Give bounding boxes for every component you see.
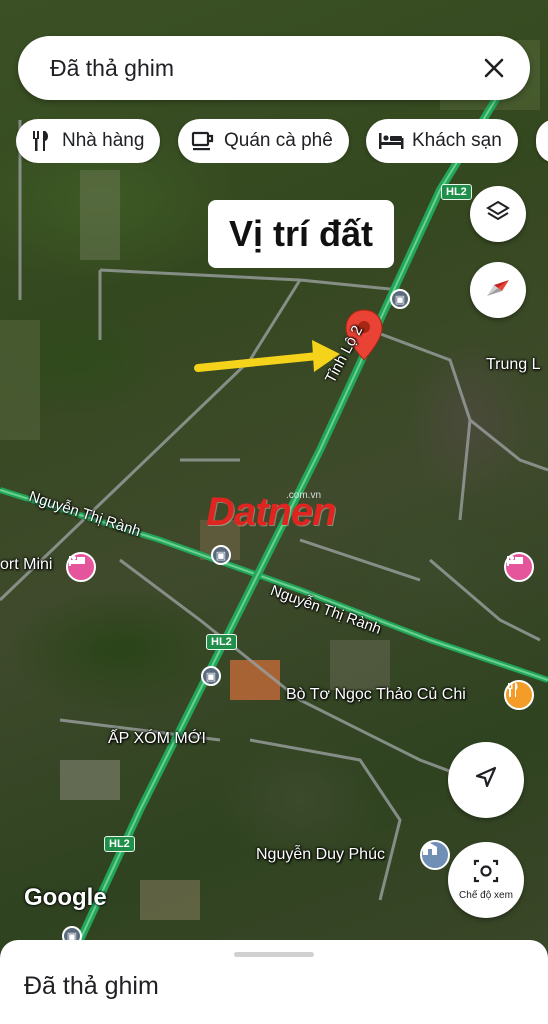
category-chips: Nhà hàng Quán cà phê Khách sạn — [16, 119, 548, 163]
my-location-button[interactable] — [448, 742, 524, 818]
route-shield-hl2: HL2 — [206, 634, 237, 650]
land-location-annotation: Vị trí đất — [208, 200, 394, 268]
poi-label-right[interactable]: Trung L — [486, 356, 541, 374]
chip-label: Khách sạn — [412, 130, 502, 151]
chip-more[interactable] — [536, 119, 548, 163]
hotel-icon — [378, 128, 404, 154]
search-bar[interactable]: Đã thả ghim — [18, 36, 530, 100]
hotel-pin-icon[interactable] — [504, 552, 534, 582]
hotel-pin-icon[interactable] — [66, 552, 96, 582]
chip-cafes[interactable]: Quán cà phê — [178, 119, 349, 163]
school-pin-icon[interactable] — [420, 840, 450, 870]
compass-button[interactable] — [470, 262, 526, 318]
view-mode-button[interactable]: Chế độ xem — [448, 842, 524, 918]
bus-stop-icon[interactable]: ▣ — [390, 289, 410, 309]
watermark-domain: .com.vn — [286, 490, 322, 501]
chip-restaurants[interactable]: Nhà hàng — [16, 119, 161, 163]
poi-label-left[interactable]: ort Mini — [0, 556, 52, 574]
coffee-icon — [190, 128, 216, 154]
route-shield-hl2: HL2 — [441, 184, 472, 200]
hamlet-label: ẤP XÓM MỚI — [108, 730, 206, 747]
bus-stop-icon[interactable]: ▣ — [201, 666, 221, 686]
camera-icon — [473, 859, 499, 888]
chip-label: Quán cà phê — [224, 130, 333, 151]
bottom-sheet[interactable]: Đã thả ghim — [0, 940, 548, 1024]
restaurant-pin-icon[interactable] — [504, 680, 534, 710]
chip-hotels[interactable]: Khách sạn — [366, 119, 518, 163]
poi-label-restaurant[interactable]: Bò Tơ Ngọc Thảo Củ Chi — [286, 686, 466, 704]
navigation-arrow-icon — [473, 765, 499, 796]
close-icon[interactable] — [478, 52, 510, 84]
view-mode-label: Chế độ xem — [459, 890, 513, 901]
compass-icon — [483, 273, 513, 308]
google-logo: Google — [24, 884, 107, 911]
route-shield-hl2: HL2 — [104, 836, 135, 852]
chip-label: Nhà hàng — [62, 130, 145, 151]
layers-icon — [485, 199, 511, 230]
search-title[interactable]: Đã thả ghim — [50, 55, 478, 82]
poi-label-school[interactable]: Nguyễn Duy Phúc — [256, 846, 385, 864]
sheet-title: Đã thả ghim — [24, 972, 159, 1000]
bus-stop-icon[interactable]: ▣ — [211, 545, 231, 565]
restaurant-icon — [28, 128, 54, 154]
layers-button[interactable] — [470, 186, 526, 242]
sheet-drag-handle[interactable] — [234, 952, 314, 957]
